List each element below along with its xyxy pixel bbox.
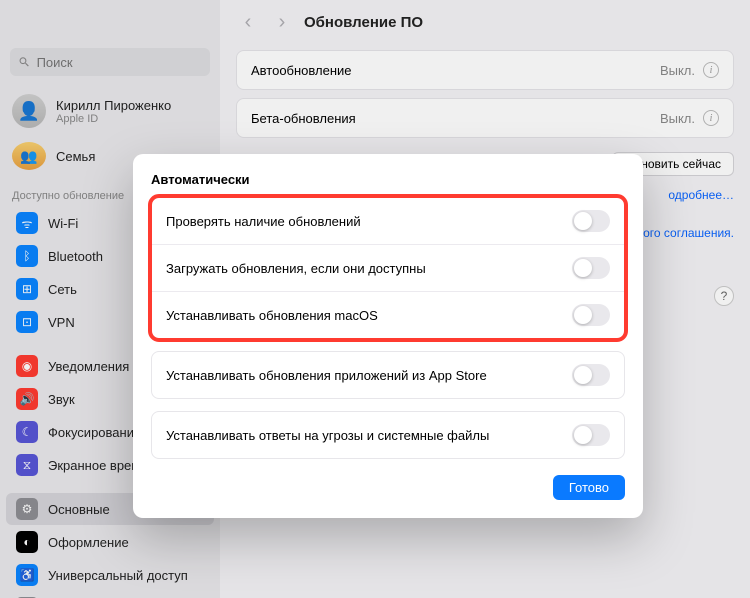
auto-update-group-2: Устанавливать обновления приложений из A… (151, 351, 625, 399)
toggle-switch[interactable] (572, 424, 610, 446)
toggle-row: Проверять наличие обновлений (152, 198, 624, 245)
auto-update-group-1: Проверять наличие обновлений Загружать об… (151, 197, 625, 339)
toggle-label: Устанавливать ответы на угрозы и системн… (166, 428, 489, 443)
toggle-switch[interactable] (572, 304, 610, 326)
toggle-row: Устанавливать обновления macOS (152, 292, 624, 338)
toggle-label: Устанавливать обновления приложений из A… (166, 368, 487, 383)
toggle-label: Устанавливать обновления macOS (166, 308, 378, 323)
auto-update-group-3: Устанавливать ответы на угрозы и системн… (151, 411, 625, 459)
toggle-switch[interactable] (572, 210, 610, 232)
toggle-switch[interactable] (572, 364, 610, 386)
toggle-switch[interactable] (572, 257, 610, 279)
toggle-row: Загружать обновления, если они доступны (152, 245, 624, 292)
toggle-row: Устанавливать обновления приложений из A… (152, 352, 624, 398)
toggle-label: Загружать обновления, если они доступны (166, 261, 426, 276)
auto-update-sheet: Автоматически Проверять наличие обновлен… (133, 154, 643, 518)
toggle-label: Проверять наличие обновлений (166, 214, 361, 229)
done-button[interactable]: Готово (553, 475, 625, 500)
toggle-row: Устанавливать ответы на угрозы и системн… (152, 412, 624, 458)
sheet-title: Автоматически (151, 172, 625, 187)
